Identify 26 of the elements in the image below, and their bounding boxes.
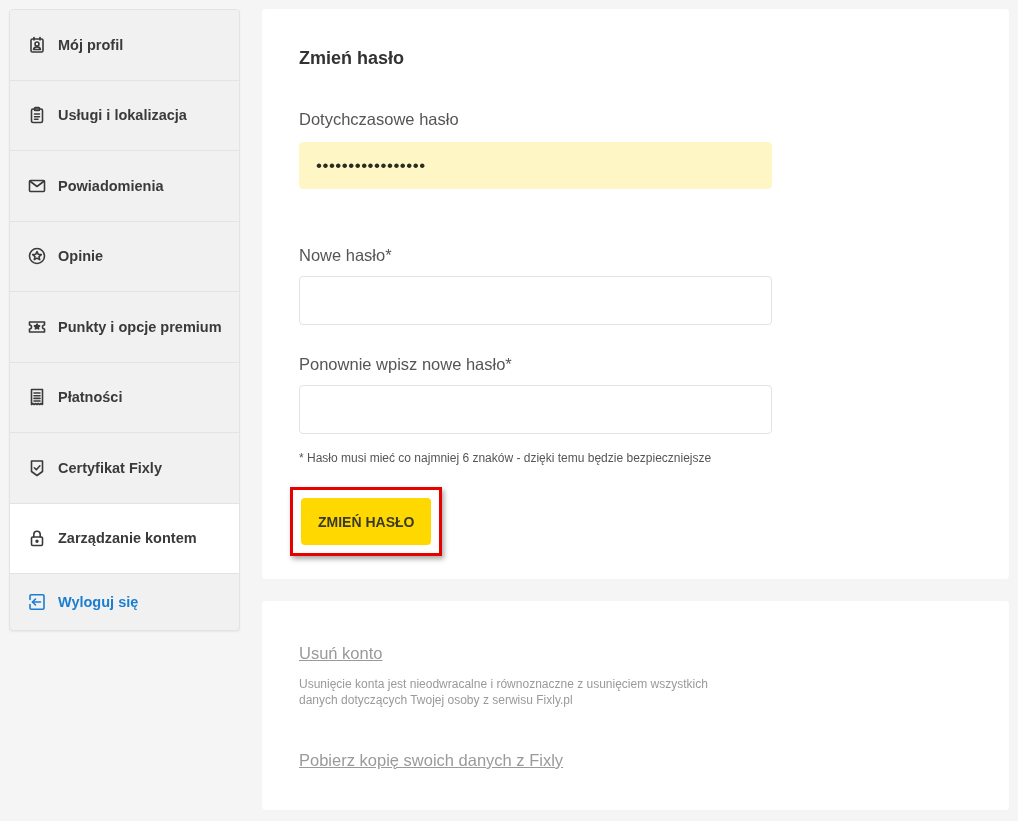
change-password-button[interactable]: ZMIEŃ HASŁO xyxy=(301,498,432,545)
sidebar-item[interactable]: Punkty i opcje premium xyxy=(10,292,239,363)
star-circle-icon xyxy=(28,247,46,266)
clipboard-icon xyxy=(28,106,46,125)
password-field[interactable] xyxy=(299,276,772,325)
sidebar-item[interactable]: Certyfikat Fixly xyxy=(10,433,239,504)
field-label: Ponownie wpisz nowe hasło* xyxy=(299,354,513,374)
sidebar-item[interactable]: Usługi i lokalizacja xyxy=(10,80,239,151)
logout-icon xyxy=(28,593,46,611)
sidebar-item[interactable]: Powiadomienia xyxy=(10,151,239,222)
field-label: Dotychczasowe hasło xyxy=(299,109,460,129)
password-field[interactable] xyxy=(299,385,772,434)
sidebar-item[interactable]: Płatności xyxy=(10,362,239,433)
logout-link[interactable]: Wyloguj się xyxy=(10,574,239,630)
password-hint: * Hasło musi mieć co najmniej 6 znaków - dzięki temu będzie bezpieczniejsze xyxy=(299,450,713,466)
section-title: Zmień hasło xyxy=(299,47,406,69)
lock-icon xyxy=(28,529,46,548)
shield-check-icon xyxy=(28,458,46,477)
sidebar-item[interactable]: Opinie xyxy=(10,221,239,292)
password-field[interactable]: ••••••••••••••••• xyxy=(299,142,772,189)
sidebar-item[interactable]: Mój profil xyxy=(10,10,239,81)
receipt-icon xyxy=(28,388,46,407)
sidebar-item[interactable]: Zarządzanie kontem xyxy=(10,503,239,574)
delete-account-note: Usunięcie konta jest nieodwracalne i równoznaczne z usunięciem wszystkich danych dotyczących Twojej osoby z serwisu Fixly.pl xyxy=(299,676,709,708)
field-label: Nowe hasło* xyxy=(299,245,393,265)
profile-badge-icon xyxy=(28,35,46,54)
